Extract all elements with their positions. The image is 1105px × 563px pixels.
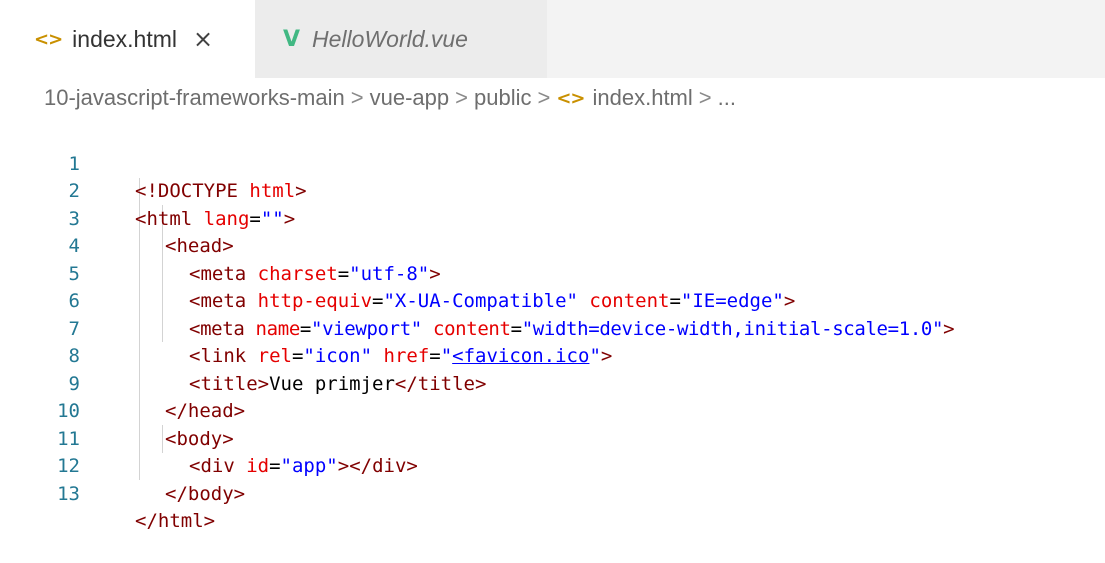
code-token: </body> bbox=[165, 482, 246, 505]
code-line: 13 </html> bbox=[0, 453, 1105, 533]
breadcrumb: 10-javascript-frameworks-main > vue-app … bbox=[0, 78, 1105, 118]
code-line: 2 <html lang=""> bbox=[0, 151, 1105, 230]
breadcrumb-separator: > bbox=[350, 85, 364, 110]
breadcrumb-separator: > bbox=[698, 85, 712, 110]
vue-file-icon: V bbox=[283, 26, 301, 52]
tab-label: HelloWorld.vue bbox=[312, 25, 468, 52]
code-text: </html> bbox=[135, 508, 215, 536]
breadcrumb-item-symbols[interactable]: ... bbox=[718, 85, 736, 111]
code-line: 8 <title>Vue primjer</title> bbox=[0, 316, 1105, 395]
tab-label: index.html bbox=[72, 25, 177, 52]
html-file-icon: <> bbox=[556, 87, 585, 109]
breadcrumb-item-file[interactable]: index.html bbox=[593, 85, 693, 111]
tab-helloworld-vue[interactable]: V HelloWorld.vue bbox=[255, 0, 547, 78]
code-editor[interactable]: 1 <!DOCTYPE html> 2 <html lang=""> 3 <he… bbox=[0, 123, 1105, 533]
code-line: 10 <body> bbox=[0, 371, 1105, 450]
code-line: 7 <link rel="icon" href="<favicon.ico"> bbox=[0, 288, 1105, 368]
code-line: 9 </head> bbox=[0, 343, 1105, 423]
close-icon[interactable]: × bbox=[193, 25, 213, 53]
breadcrumb-separator: > bbox=[537, 85, 551, 110]
code-line: 3 <head> bbox=[0, 178, 1105, 258]
code-line: 1 <!DOCTYPE html> bbox=[0, 123, 1105, 203]
code-line: 5 <meta http-equiv="X-UA-Compatible" con… bbox=[0, 233, 1105, 313]
code-line: 12 </body> bbox=[0, 426, 1105, 505]
line-number: 13 bbox=[57, 482, 80, 505]
code-line: 11 <div id="app"></div> bbox=[0, 398, 1105, 478]
code-text: </body> bbox=[165, 481, 245, 509]
tab-index-html[interactable]: <> index.html × bbox=[0, 0, 255, 78]
code-line: 6 <meta name="viewport" content="width=d… bbox=[0, 261, 1105, 340]
html-file-icon: <> bbox=[34, 28, 63, 50]
breadcrumb-item-vue-app[interactable]: vue-app bbox=[370, 85, 450, 111]
breadcrumb-separator: > bbox=[455, 85, 468, 110]
breadcrumb-item-folder[interactable]: 10-javascript-frameworks-main bbox=[44, 85, 345, 111]
code-token: </html> bbox=[135, 510, 216, 532]
editor-tab-bar: <> index.html × V HelloWorld.vue bbox=[0, 0, 1105, 78]
code-line: 4 <meta charset="utf-8"> bbox=[0, 206, 1105, 285]
breadcrumb-item-public[interactable]: public bbox=[474, 85, 531, 111]
